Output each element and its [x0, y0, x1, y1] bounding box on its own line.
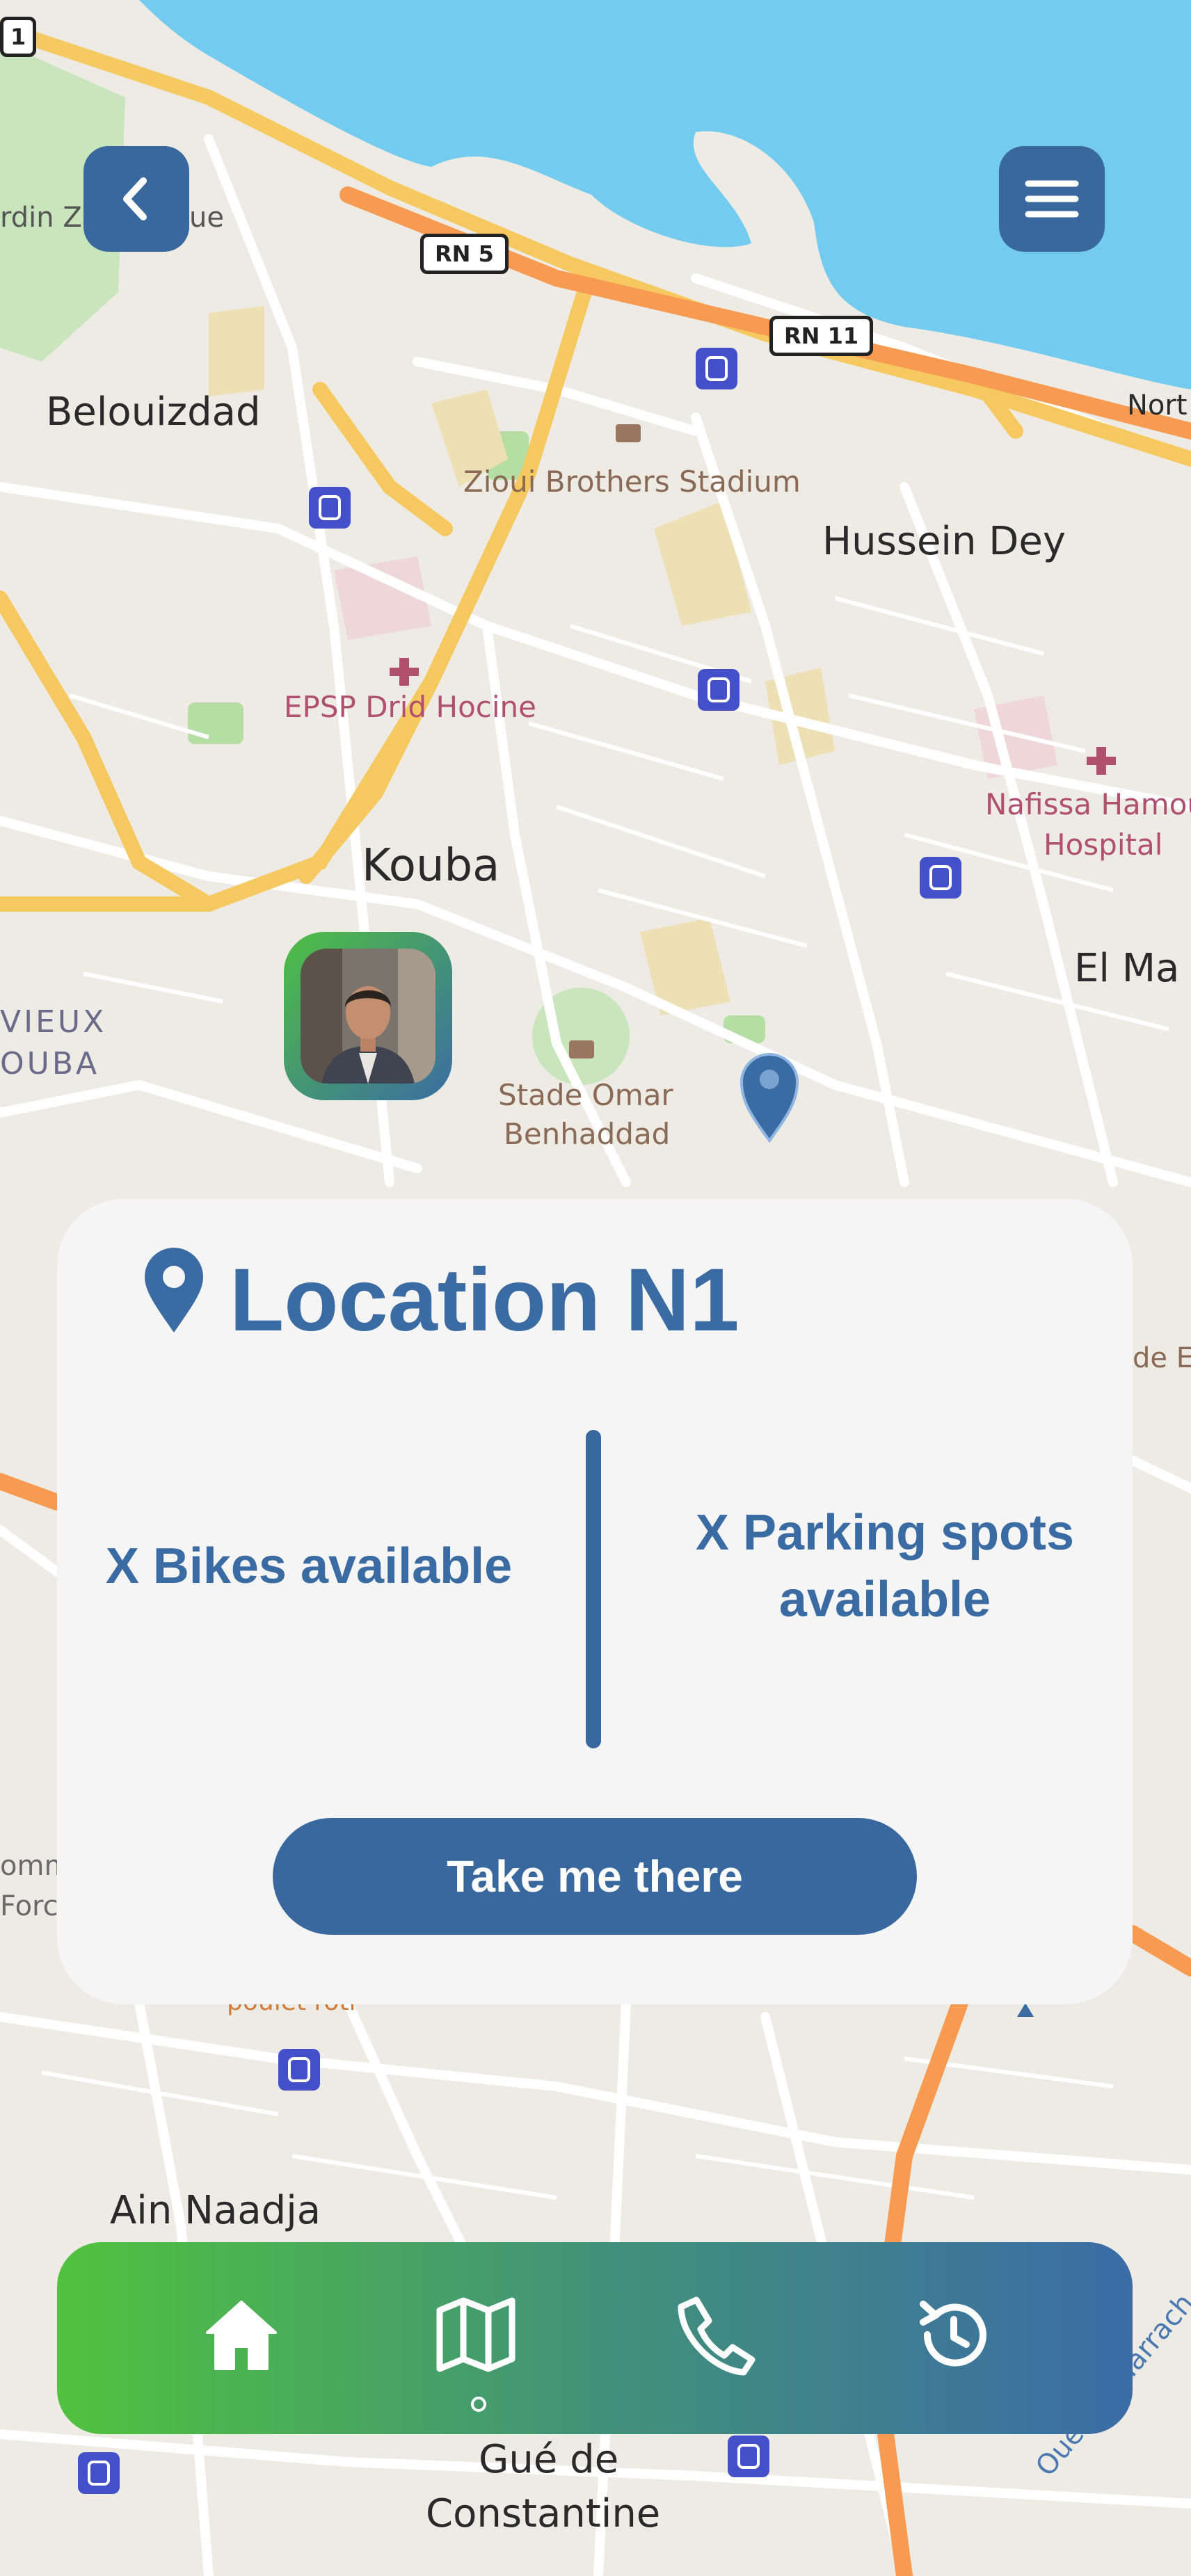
take-me-there-button[interactable]: Take me there	[273, 1818, 917, 1935]
transit-station-icon[interactable]	[78, 2452, 120, 2494]
transit-station-icon[interactable]	[696, 348, 737, 389]
user-avatar-marker[interactable]	[284, 932, 452, 1100]
card-divider	[586, 1430, 601, 1748]
map-label-ain-naadja: Ain Naadja	[110, 2188, 321, 2233]
map-label-nafissa-1: Nafissa Hamou	[985, 787, 1191, 821]
chevron-left-icon	[123, 177, 147, 220]
map-label-jardin: rdin Z	[0, 202, 82, 234]
nav-map[interactable]	[424, 2283, 528, 2387]
map-label-est: de Est	[1133, 1342, 1191, 1374]
nav-history[interactable]	[902, 2283, 1006, 2387]
home-icon	[206, 2301, 277, 2370]
menu-button[interactable]	[999, 146, 1105, 252]
transit-station-icon[interactable]	[920, 857, 961, 899]
map-label-nort: Nort	[1127, 389, 1188, 421]
bikes-available-text: X Bikes available	[105, 1538, 513, 1594]
map-label-stade-omar-1: Stade Omar	[498, 1078, 673, 1112]
transit-station-icon[interactable]	[278, 2049, 320, 2091]
map-label-el-ma: El Ma	[1074, 946, 1180, 991]
app-screen: 1 RN 5 RN 11 rdin Z ue Belouizdad Zioui …	[0, 0, 1191, 2576]
phone-icon	[678, 2296, 756, 2376]
back-button[interactable]	[83, 146, 189, 252]
history-icon	[920, 2301, 986, 2367]
parking-text-line-2: available	[778, 1572, 991, 1627]
map-label-ouba: OUBA	[0, 1046, 100, 1081]
avatar	[301, 949, 435, 1084]
parking-text-line-1: X Parking spots	[695, 1505, 1075, 1561]
map-label-epsp: EPSP Drid Hocine	[284, 690, 536, 724]
map-label-nafissa-2: Hospital	[1044, 828, 1163, 862]
map-label-jardin-end: ue	[189, 202, 224, 234]
road-shield-rn11: RN 11	[769, 316, 874, 356]
road-shield-rn5: RN 5	[420, 234, 509, 274]
map-label-gue-de-2: Constantine	[426, 2491, 661, 2536]
transit-station-icon[interactable]	[728, 2436, 769, 2477]
map-label-stade-omar-2: Benhaddad	[504, 1117, 671, 1151]
parking-available-text: X Parking spots available	[664, 1499, 1106, 1633]
map-label-kouba: Kouba	[362, 840, 500, 892]
nav-home[interactable]	[189, 2283, 294, 2387]
transit-station-icon[interactable]	[309, 487, 351, 529]
map-label-zioui-stadium: Zioui Brothers Stadium	[463, 465, 801, 499]
active-nav-indicator	[471, 2397, 486, 2412]
location-pin-icon	[145, 1248, 203, 1333]
location-card: Location N1 X Bikes available X Parking …	[57, 1199, 1133, 2004]
bottom-nav	[57, 2242, 1133, 2434]
map-label-gue-de-1: Gué de	[479, 2437, 619, 2482]
location-title: Location N1	[230, 1250, 740, 1350]
transit-station-icon[interactable]	[698, 669, 740, 711]
map-label-belouizdad: Belouizdad	[46, 389, 261, 435]
road-shield-1: 1	[0, 17, 37, 57]
hamburger-menu-icon	[1025, 180, 1079, 218]
map-label-hussein-dey: Hussein Dey	[822, 519, 1066, 564]
map-label-vieux: VIEUX	[0, 1004, 107, 1040]
nav-phone[interactable]	[664, 2283, 768, 2387]
map-icon	[436, 2297, 515, 2372]
